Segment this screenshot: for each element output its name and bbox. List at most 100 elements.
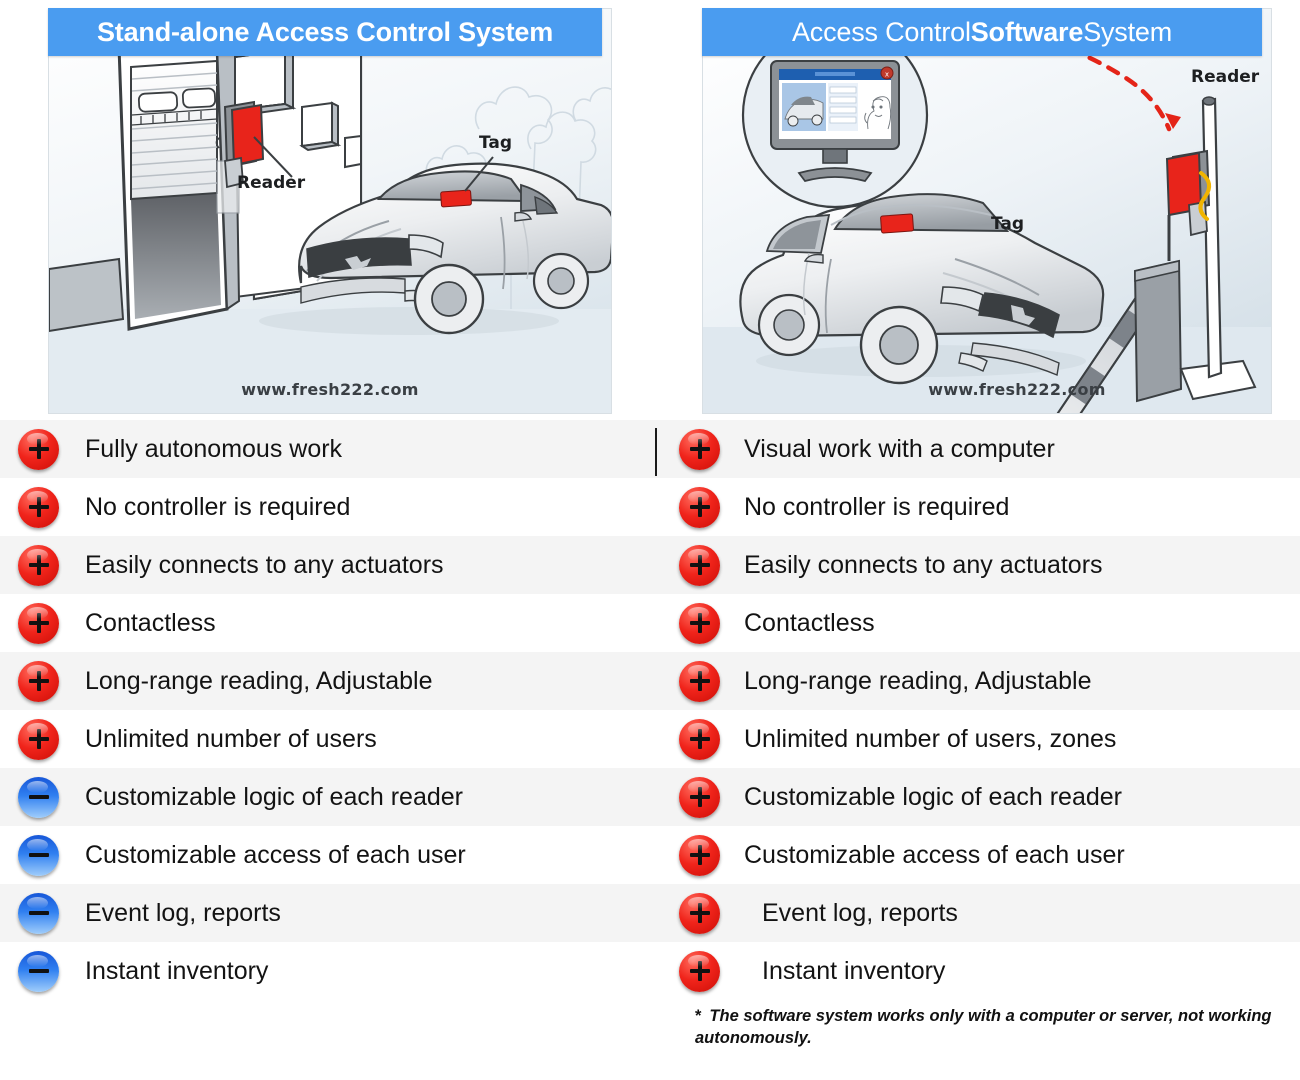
plus-icon (18, 718, 59, 760)
plus-glyph (28, 729, 49, 749)
feature-list-stand-alone: Fully autonomous work No controller is re… (0, 420, 655, 1000)
feature-row: Customizable logic of each reader (655, 768, 1300, 826)
plus-icon (679, 950, 720, 992)
plus-glyph (689, 845, 710, 865)
reader-label-right: Reader (1191, 67, 1260, 87)
feature-label: Fully autonomous work (85, 434, 343, 463)
minus-glyph (28, 845, 49, 865)
plus-icon (679, 892, 720, 934)
plus-glyph (28, 613, 49, 633)
feature-label: Event log, reports (762, 898, 958, 927)
feature-list-software: Visual work with a computer No controller… (655, 420, 1300, 1000)
panel-title-right-part1: Access Control (791, 16, 971, 47)
feature-row: Easily connects to any actuators (655, 536, 1300, 594)
panel-software: x Reader Tag www.fresh222.com Access Con… (650, 0, 1300, 416)
footnote-marker: * (695, 1007, 702, 1025)
plus-glyph (28, 497, 49, 517)
feature-label: Contactless (744, 608, 875, 637)
plus-icon (679, 544, 720, 586)
plus-glyph (689, 787, 710, 807)
minus-icon (18, 892, 59, 934)
stand-alone-illustration: Reader Tag www.fresh222.com (48, 8, 612, 414)
feature-label: Unlimited number of users (85, 724, 377, 753)
feature-label: Instant inventory (762, 956, 946, 985)
feature-row: Unlimited number of users, zones (655, 710, 1300, 768)
feature-row: Customizable access of each user (0, 826, 655, 884)
plus-icon (679, 776, 720, 818)
tag-sticker-right (880, 213, 914, 234)
illustration-panels: Reader Tag www.fresh222.com Stand-alone … (0, 0, 1300, 416)
plus-icon (18, 660, 59, 702)
feature-comparison-lists: Fully autonomous work No controller is re… (0, 420, 1300, 1000)
plus-glyph (689, 439, 710, 459)
column-divider (655, 428, 657, 476)
minus-glyph (28, 961, 49, 981)
feature-label: Event log, reports (85, 898, 281, 927)
plus-icon (18, 544, 59, 586)
minus-icon (18, 950, 59, 992)
feature-label: No controller is required (744, 492, 1010, 521)
feature-label: Long-range reading, Adjustable (85, 666, 433, 695)
plus-icon (679, 602, 720, 644)
feature-row: Contactless (0, 594, 655, 652)
feature-label: Easily connects to any actuators (744, 550, 1103, 579)
tag-sticker-left (440, 189, 472, 208)
plus-icon (679, 486, 720, 528)
feature-row: Contactless (655, 594, 1300, 652)
feature-label: Customizable access of each user (744, 840, 1125, 869)
svg-text:x: x (885, 71, 889, 79)
plus-glyph (689, 613, 710, 633)
feature-row: Fully autonomous work (0, 420, 655, 478)
plus-glyph (689, 497, 710, 517)
feature-label: Unlimited number of users, zones (744, 724, 1117, 753)
panel-title-right-part3: System (1083, 16, 1173, 47)
feature-row: Customizable logic of each reader (0, 768, 655, 826)
watermark-right: www.fresh222.com (928, 380, 1106, 399)
feature-label: Customizable logic of each reader (85, 782, 463, 811)
feature-row: Visual work with a computer (655, 420, 1300, 478)
plus-icon (679, 428, 720, 470)
stand-alone-scene-svg (49, 9, 611, 413)
feature-row: Customizable access of each user (655, 826, 1300, 884)
plus-glyph (28, 671, 49, 691)
panel-title-right-part2: Software (970, 16, 1084, 47)
software-scene-svg: x (703, 9, 1271, 413)
tag-label-right: Tag (991, 214, 1025, 234)
plus-icon (18, 602, 59, 644)
tag-label-left: Tag (479, 133, 513, 153)
minus-glyph (28, 903, 49, 923)
plus-icon (18, 428, 59, 470)
plus-icon (18, 486, 59, 528)
plus-icon (679, 834, 720, 876)
feature-row: Instant inventory (655, 942, 1300, 1000)
watermark-left: www.fresh222.com (241, 380, 419, 399)
feature-row: Long-range reading, Adjustable (0, 652, 655, 710)
footnote: * The software system works only with a c… (695, 1005, 1275, 1050)
panel-title-left: Stand-alone Access Control System (48, 8, 602, 56)
plus-glyph (28, 555, 49, 575)
plus-glyph (689, 555, 710, 575)
feature-label: Instant inventory (85, 956, 269, 985)
feature-row: No controller is required (655, 478, 1300, 536)
plus-glyph (689, 961, 710, 981)
plus-glyph (689, 729, 710, 749)
software-illustration: x Reader Tag www.fresh222.com (702, 8, 1272, 414)
minus-icon (18, 834, 59, 876)
plus-glyph (689, 671, 710, 691)
footnote-text: The software system works only with a co… (695, 1007, 1272, 1048)
feature-label: Long-range reading, Adjustable (744, 666, 1092, 695)
feature-label: Easily connects to any actuators (85, 550, 444, 579)
minus-glyph (28, 787, 49, 807)
feature-label: Visual work with a computer (744, 434, 1055, 463)
plus-icon (679, 660, 720, 702)
panel-title-right: Access Control Software System (702, 8, 1262, 56)
reader-label-left: Reader (237, 173, 306, 193)
minus-icon (18, 776, 59, 818)
panel-title-left-text: Stand-alone Access Control System (96, 16, 554, 47)
feature-label: No controller is required (85, 492, 351, 521)
feature-row: No controller is required (0, 478, 655, 536)
feature-row: Long-range reading, Adjustable (655, 652, 1300, 710)
feature-label: Customizable logic of each reader (744, 782, 1122, 811)
plus-glyph (689, 903, 710, 923)
feature-label: Customizable access of each user (85, 840, 466, 869)
